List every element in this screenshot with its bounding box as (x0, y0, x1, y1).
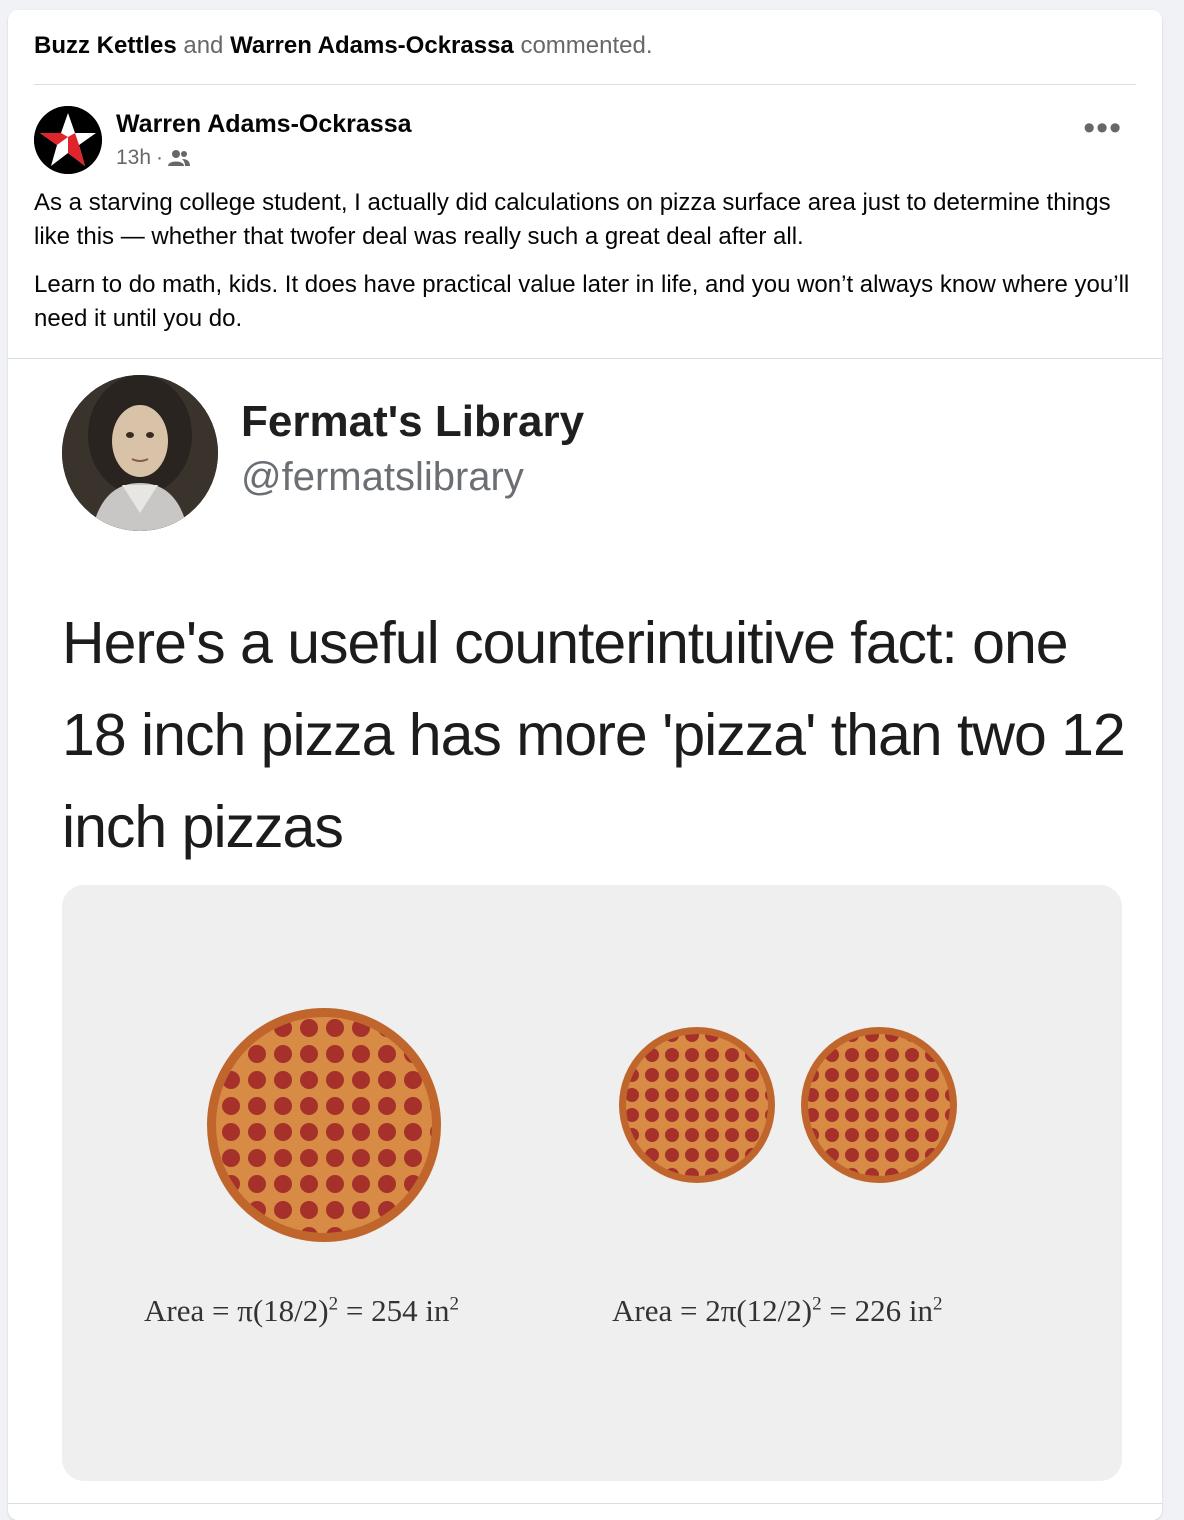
activity-conjunction: and (183, 32, 224, 59)
tweet-author-handle: @fermatslibrary (241, 455, 524, 499)
post-paragraph-1: As a starving college student, I actuall… (34, 189, 1111, 250)
shared-image[interactable]: Fermat's Library @fermatslibrary Here's … (8, 359, 1162, 1520)
star-logo-icon (34, 106, 102, 174)
activity-user-1[interactable]: Buzz Kettles (34, 32, 177, 59)
post-meta: 13h · (116, 146, 191, 170)
formula-large-pizza: Area = π(18/2)2 = 254 in2 (144, 1293, 459, 1328)
bottom-divider (8, 1503, 1162, 1504)
meta-separator: · (156, 146, 164, 169)
author-avatar[interactable] (34, 106, 102, 174)
friends-icon[interactable] (168, 149, 191, 167)
more-options-button[interactable]: ••• (1083, 111, 1122, 145)
tweet-avatar (62, 375, 218, 531)
pizza-12-inch-1 (619, 1027, 775, 1183)
tweet-author-name: Fermat's Library (241, 397, 585, 446)
post-time[interactable]: 13h (116, 146, 151, 170)
post-card: Buzz Kettles and Warren Adams-Ockrassa c… (8, 10, 1162, 1520)
formula-two-pizzas: Area = 2π(12/2)2 = 226 in2 (612, 1293, 943, 1328)
author-name[interactable]: Warren Adams-Ockrassa (116, 110, 412, 139)
pizza-illustration-panel: Area = π(18/2)2 = 254 in2 Area = 2π(12/2… (62, 885, 1122, 1481)
pizza-illustration (207, 1008, 957, 1242)
pizza-12-inch-2 (801, 1027, 957, 1183)
activity-user-2[interactable]: Warren Adams-Ockrassa (230, 32, 514, 59)
portrait-image (62, 375, 218, 531)
activity-verb: commented. (520, 32, 653, 59)
activity-header: Buzz Kettles and Warren Adams-Ockrassa c… (34, 32, 1136, 85)
pizza-18-inch (207, 1008, 441, 1242)
tweet-text: Here's a useful counterintuitive fact: o… (62, 610, 1126, 860)
post-paragraph-2: Learn to do math, kids. It does have pra… (34, 271, 1130, 332)
